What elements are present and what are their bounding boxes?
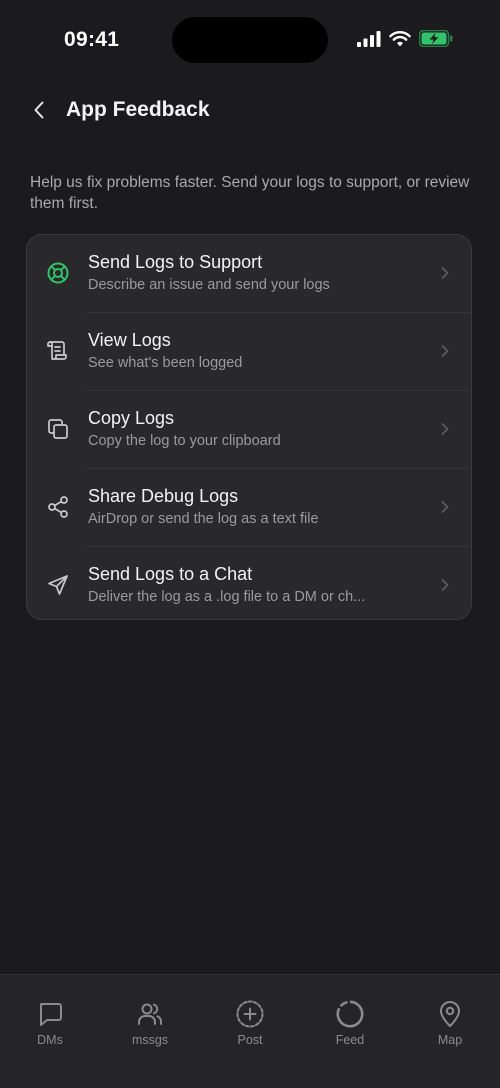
page-title: App Feedback <box>66 98 210 121</box>
tab-post[interactable]: Post <box>210 999 290 1047</box>
option-send-logs-to-chat[interactable]: Send Logs to a Chat Deliver the log as a… <box>27 547 471 619</box>
option-title: Send Logs to Support <box>88 252 263 272</box>
page-description: Help us fix problems faster. Send your l… <box>30 174 470 212</box>
option-subtitle: Deliver the log as a .log file to a DM o… <box>88 589 366 605</box>
tab-mssgs[interactable]: mssgs <box>110 999 190 1047</box>
tab-dms[interactable]: DMs <box>10 999 90 1047</box>
option-title: Share Debug Logs <box>88 486 239 506</box>
chevron-right-icon <box>439 343 451 359</box>
chevron-left-icon <box>33 100 45 125</box>
lifebuoy-icon <box>45 260 71 286</box>
tab-label: DMs <box>37 1033 63 1047</box>
dynamic-island <box>172 17 328 63</box>
scroll-icon <box>45 338 71 364</box>
status-bar: 09:41 <box>0 0 500 80</box>
option-subtitle: Copy the log to your clipboard <box>88 433 281 449</box>
tab-bar: DMs mssgs Post Feed Map <box>0 974 500 1088</box>
chevron-right-icon <box>439 421 451 437</box>
option-subtitle: Describe an issue and send your logs <box>88 277 330 293</box>
option-title: View Logs <box>88 330 171 350</box>
chevron-right-icon <box>439 577 451 593</box>
tab-label: Map <box>437 1033 463 1047</box>
back-button[interactable] <box>26 96 52 128</box>
share-icon <box>45 494 71 520</box>
option-title: Copy Logs <box>88 408 175 428</box>
tab-label: mssgs <box>131 1033 169 1047</box>
people-icon <box>135 999 165 1029</box>
header: App Feedback <box>0 90 500 134</box>
battery-charging-icon <box>418 29 453 52</box>
chevron-right-icon <box>439 499 451 515</box>
tab-label: Feed <box>335 1033 365 1047</box>
status-time: 09:41 <box>64 28 120 51</box>
option-title: Send Logs to a Chat <box>88 564 253 584</box>
chevron-right-icon <box>439 265 451 281</box>
cellular-signal-icon <box>357 30 381 52</box>
tab-map[interactable]: Map <box>410 999 490 1047</box>
option-subtitle: AirDrop or send the log as a text file <box>88 511 319 527</box>
option-send-logs-to-support[interactable]: Send Logs to Support Describe an issue a… <box>27 235 471 313</box>
plus-circle-icon <box>235 999 265 1029</box>
copy-icon <box>45 416 71 442</box>
tab-feed[interactable]: Feed <box>310 999 390 1047</box>
option-subtitle: See what's been logged <box>88 355 243 371</box>
chat-bubble-icon <box>35 999 65 1029</box>
status-icons <box>357 29 453 52</box>
send-icon <box>45 572 71 598</box>
option-copy-logs[interactable]: Copy Logs Copy the log to your clipboard <box>27 391 471 469</box>
option-view-logs[interactable]: View Logs See what's been logged <box>27 313 471 391</box>
option-share-debug-logs[interactable]: Share Debug Logs AirDrop or send the log… <box>27 469 471 547</box>
tab-label: Post <box>237 1033 263 1047</box>
circle-icon <box>335 999 365 1029</box>
wifi-icon <box>389 30 411 52</box>
log-options-card: Send Logs to Support Describe an issue a… <box>26 234 472 620</box>
map-pin-icon <box>435 999 465 1029</box>
